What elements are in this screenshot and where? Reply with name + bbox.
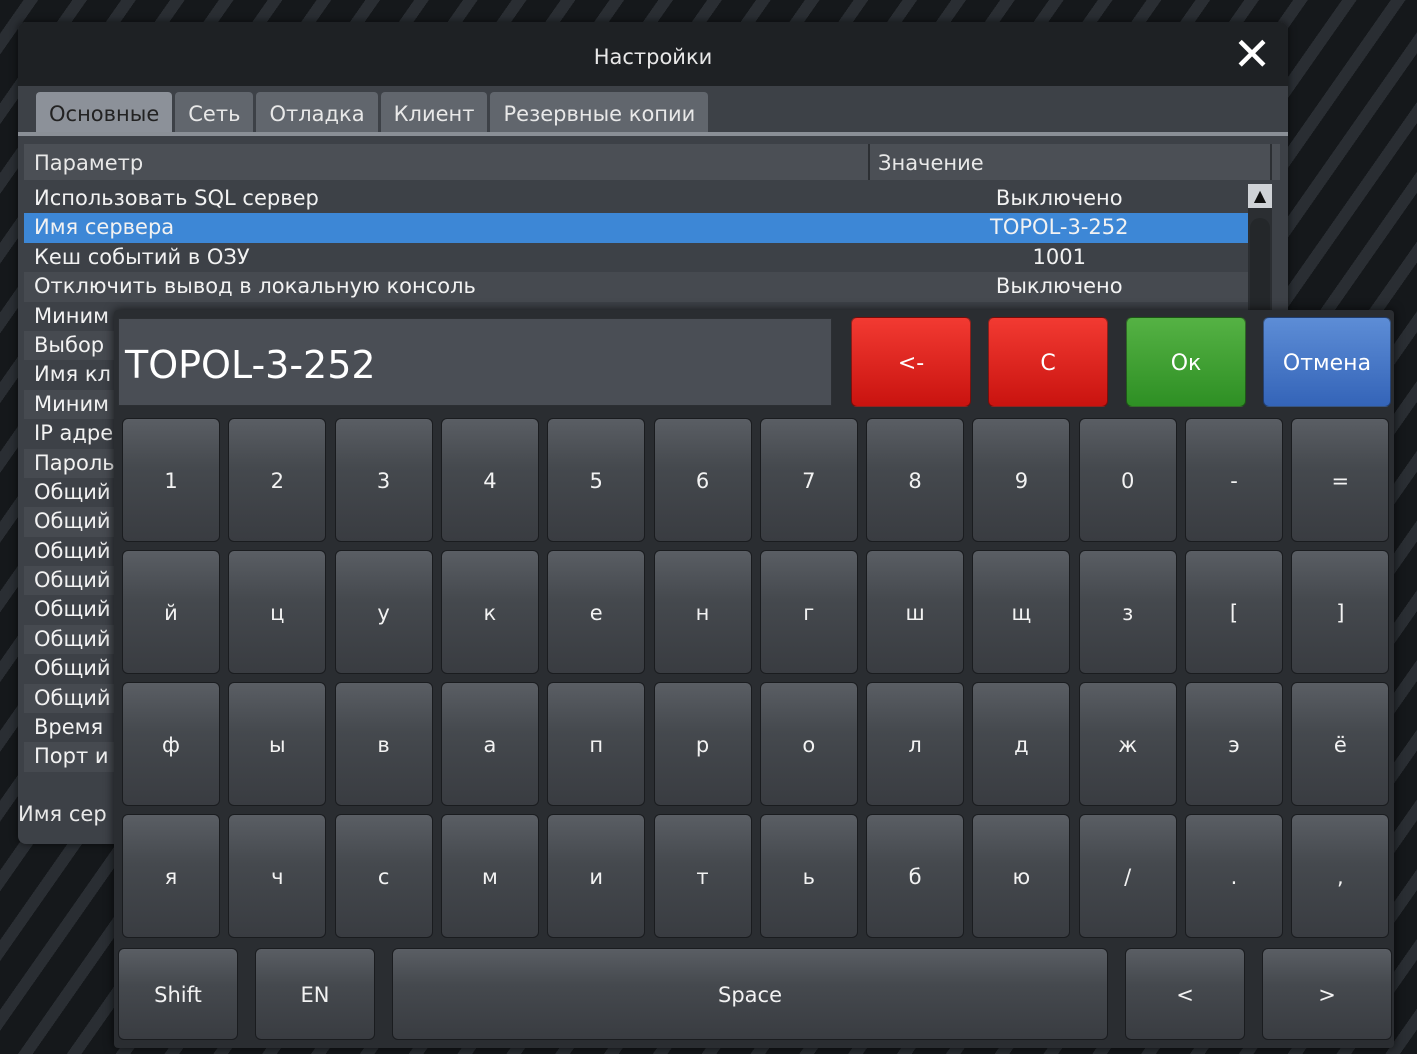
param-name: Имя сервера	[34, 215, 175, 240]
language-key[interactable]: EN	[255, 948, 375, 1040]
table-row[interactable]: Имя сервера TOPOL-3-252	[24, 213, 1254, 243]
key-0-4[interactable]: 5	[547, 418, 646, 542]
table-row[interactable]: Кеш событий в ОЗУ 1001	[24, 242, 1254, 273]
cursor-left-key[interactable]: <	[1125, 948, 1245, 1040]
key-0-7[interactable]: 8	[866, 418, 965, 542]
key-2-6[interactable]: о	[759, 682, 858, 806]
param-value: Выключено	[995, 186, 1123, 210]
key-0-1[interactable]: 2	[228, 418, 327, 542]
ok-button[interactable]: Ок	[1126, 317, 1246, 407]
key-2-7[interactable]: л	[866, 682, 965, 806]
column-header-param[interactable]: Параметр	[24, 144, 870, 180]
key-0-2[interactable]: 3	[334, 418, 433, 542]
virtual-keyboard: TOPOL-3-252 <- C Ок Отмена 1 2 3 4 5 6 7 8 9 0- = й…	[114, 310, 1394, 1048]
key-3-11[interactable]: ,	[1291, 814, 1390, 938]
key-2-3[interactable]: а	[440, 682, 539, 806]
tab-debug[interactable]: Отладка	[256, 92, 378, 132]
key-0-5[interactable]: 6	[653, 418, 752, 542]
key-3-7[interactable]: б	[866, 814, 965, 938]
key-0-9[interactable]: 0	[1078, 418, 1177, 542]
key-2-10[interactable]: э	[1185, 682, 1283, 806]
key-0-3[interactable]: 4	[440, 418, 539, 542]
key-2-2[interactable]: в	[334, 682, 433, 806]
table-header: Параметр Значение	[24, 144, 1280, 180]
param-name: Использовать SQL сервер	[34, 186, 319, 210]
key-0-8[interactable]: 9	[972, 418, 1071, 542]
key-3-6[interactable]: ь	[759, 814, 858, 938]
key-1-3[interactable]: к	[440, 550, 539, 674]
table-row[interactable]: Отключить вывод в локальную консоль Выклю…	[24, 272, 1254, 302]
key-3-10[interactable]: .	[1185, 814, 1283, 938]
scroll-thumb[interactable]	[1250, 218, 1270, 318]
param-name: Кеш событий в ОЗУ	[34, 244, 250, 269]
key-1-9[interactable]: з	[1078, 550, 1177, 674]
key-2-11[interactable]: ё	[1291, 682, 1390, 806]
key-1-5[interactable]: н	[653, 550, 752, 674]
tab-divider	[18, 132, 1288, 136]
backspace-button[interactable]: <-	[851, 317, 971, 407]
dialog-titlebar: Настройки ✕	[18, 22, 1288, 86]
column-header-value[interactable]: Значение	[870, 144, 1272, 180]
key-3-9[interactable]: /	[1078, 814, 1177, 938]
param-name: Отключить вывод в локальную консоль	[34, 274, 476, 299]
key-3-1[interactable]: ч	[228, 814, 327, 938]
shift-key[interactable]: Shift	[118, 948, 238, 1040]
space-key[interactable]: Space	[392, 948, 1108, 1040]
key-0-11[interactable]: =	[1291, 418, 1390, 542]
key-2-5[interactable]: р	[653, 682, 752, 806]
key-1-8[interactable]: щ	[972, 550, 1071, 674]
key-1-4[interactable]: е	[547, 550, 646, 674]
key-1-0[interactable]: й	[122, 550, 220, 674]
close-icon[interactable]: ✕	[1230, 31, 1274, 77]
dialog-title: Настройки	[593, 45, 713, 69]
key-3-0[interactable]: я	[122, 814, 220, 938]
key-3-5[interactable]: т	[653, 814, 752, 938]
key-1-10[interactable]: [	[1185, 550, 1283, 674]
key-1-11[interactable]: ]	[1291, 550, 1390, 674]
key-2-8[interactable]: д	[972, 682, 1071, 806]
key-1-6[interactable]: г	[759, 550, 858, 674]
key-2-4[interactable]: п	[547, 682, 646, 806]
tab-client[interactable]: Клиент	[380, 92, 488, 132]
scroll-up-icon[interactable]: ▲	[1248, 184, 1272, 208]
tab-backups[interactable]: Резервные копии	[490, 92, 709, 132]
key-0-10[interactable]: -	[1185, 418, 1283, 542]
key-0-0[interactable]: 1	[122, 418, 220, 542]
key-2-9[interactable]: ж	[1078, 682, 1177, 806]
key-1-2[interactable]: у	[334, 550, 433, 674]
key-1-1[interactable]: ц	[228, 550, 327, 674]
param-value: 1001	[1032, 244, 1086, 269]
tab-network[interactable]: Сеть	[175, 92, 254, 132]
key-1-7[interactable]: ш	[866, 550, 965, 674]
clear-button[interactable]: C	[988, 317, 1108, 407]
tab-general[interactable]: Основные	[36, 92, 173, 132]
key-3-8[interactable]: ю	[972, 814, 1071, 938]
tab-bar: Основные Сеть Отладка Клиент Резервные к…	[36, 92, 711, 132]
table-row[interactable]: Использовать SQL сервер Выключено	[24, 184, 1254, 214]
key-0-6[interactable]: 7	[759, 418, 858, 542]
keyboard-input-display[interactable]: TOPOL-3-252	[118, 318, 832, 406]
param-value: Выключено	[995, 274, 1123, 299]
cancel-button[interactable]: Отмена	[1263, 317, 1391, 407]
param-value: TOPOL-3-252	[990, 215, 1129, 240]
key-3-3[interactable]: м	[440, 814, 539, 938]
key-2-1[interactable]: ы	[228, 682, 327, 806]
cursor-right-key[interactable]: >	[1262, 948, 1392, 1040]
key-3-2[interactable]: с	[334, 814, 433, 938]
key-3-4[interactable]: и	[547, 814, 646, 938]
key-2-0[interactable]: ф	[122, 682, 220, 806]
